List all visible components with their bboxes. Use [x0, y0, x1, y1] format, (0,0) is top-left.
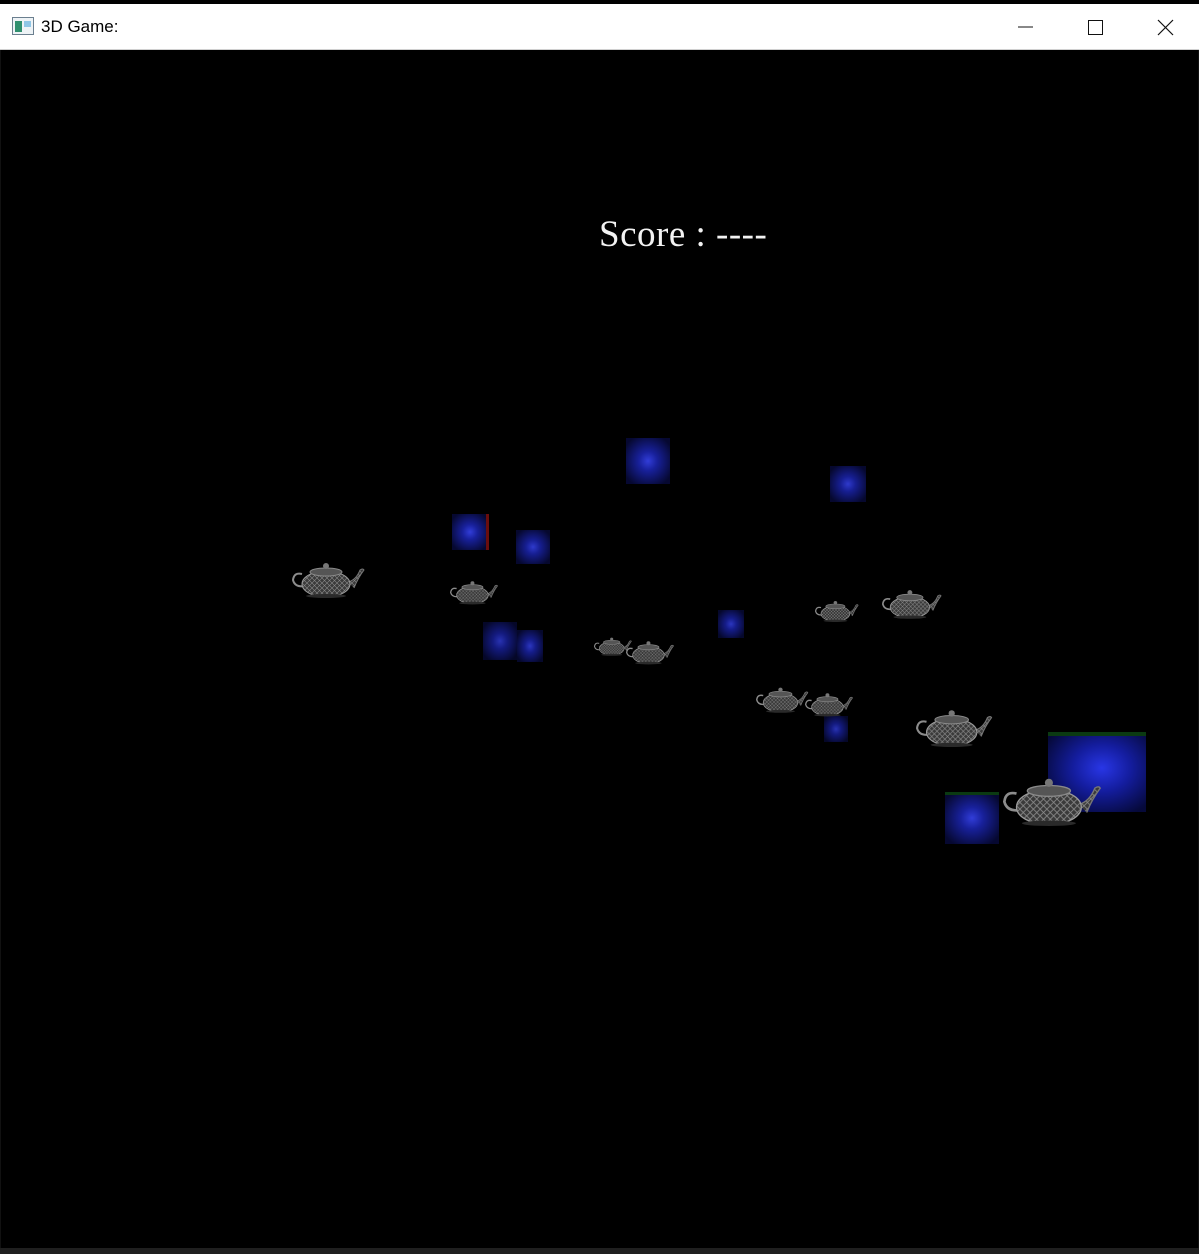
minimize-button[interactable]: [990, 4, 1060, 49]
cube-5: [483, 622, 517, 660]
cube-4: [516, 530, 550, 564]
cube-7: [718, 610, 744, 638]
cube-6: [517, 630, 543, 662]
cube-10: [945, 792, 999, 844]
teapot-6: [882, 589, 942, 620]
window-title: 3D Game:: [41, 17, 119, 36]
teapot-8: [804, 692, 854, 718]
title-bar[interactable]: 3D Game:: [0, 4, 1199, 50]
cube-3: [452, 514, 489, 550]
teapot-7: [755, 686, 809, 714]
score-display: Score : ----: [599, 214, 768, 255]
cube-2: [830, 466, 866, 502]
bottom-edge: [0, 1248, 1199, 1254]
cube-8: [824, 716, 848, 742]
teapot-2: [450, 580, 499, 606]
teapot-4: [625, 640, 675, 666]
close-button[interactable]: [1130, 4, 1199, 49]
minimize-icon: [1018, 26, 1033, 28]
maximize-icon: [1088, 20, 1103, 35]
app-window-icon: [12, 17, 34, 35]
teapot-3: [594, 637, 632, 657]
cube-1: [626, 438, 670, 484]
teapot-1: [292, 562, 365, 599]
maximize-button[interactable]: [1060, 4, 1130, 49]
teapot-9: [915, 709, 993, 749]
close-icon: [1157, 19, 1174, 36]
teapot-5: [814, 600, 859, 623]
